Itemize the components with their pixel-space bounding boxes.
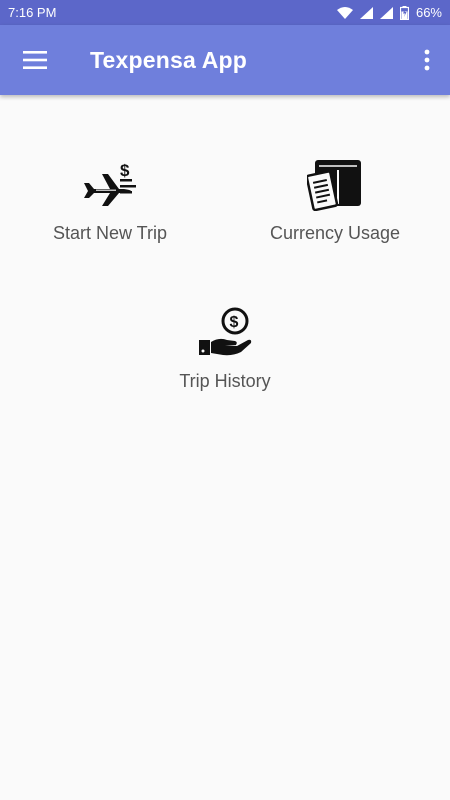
trip-history-button[interactable]: $ Trip History [145, 303, 305, 392]
more-vert-icon[interactable] [414, 40, 440, 80]
currency-usage-label: Currency Usage [269, 223, 401, 243]
signal-icon [379, 6, 393, 19]
battery-icon [399, 5, 409, 20]
hand-coin-icon: $ [197, 303, 253, 363]
hamburger-menu-icon[interactable] [12, 40, 58, 80]
start-new-trip-label: Start New Trip [52, 223, 168, 243]
signal-icon [359, 6, 373, 19]
currency-usage-button[interactable]: Currency Usage [255, 155, 415, 244]
trip-history-label: Trip History [179, 371, 271, 391]
svg-text:$: $ [120, 161, 130, 180]
svg-text:$: $ [230, 314, 239, 331]
app-title: Texpensa App [90, 47, 248, 73]
status-bar: 7:16 PM 66% [0, 0, 450, 25]
wifi-icon [336, 6, 353, 19]
status-time: 7:16 PM [8, 5, 57, 20]
receipts-icon [307, 155, 363, 215]
airplane-dollar-icon: $ [80, 155, 140, 215]
start-new-trip-button[interactable]: $ Start New Trip [30, 155, 190, 244]
app-bar: Texpensa App [0, 25, 450, 95]
status-icons: 66% [336, 5, 442, 20]
battery-percent: 66% [415, 5, 442, 20]
